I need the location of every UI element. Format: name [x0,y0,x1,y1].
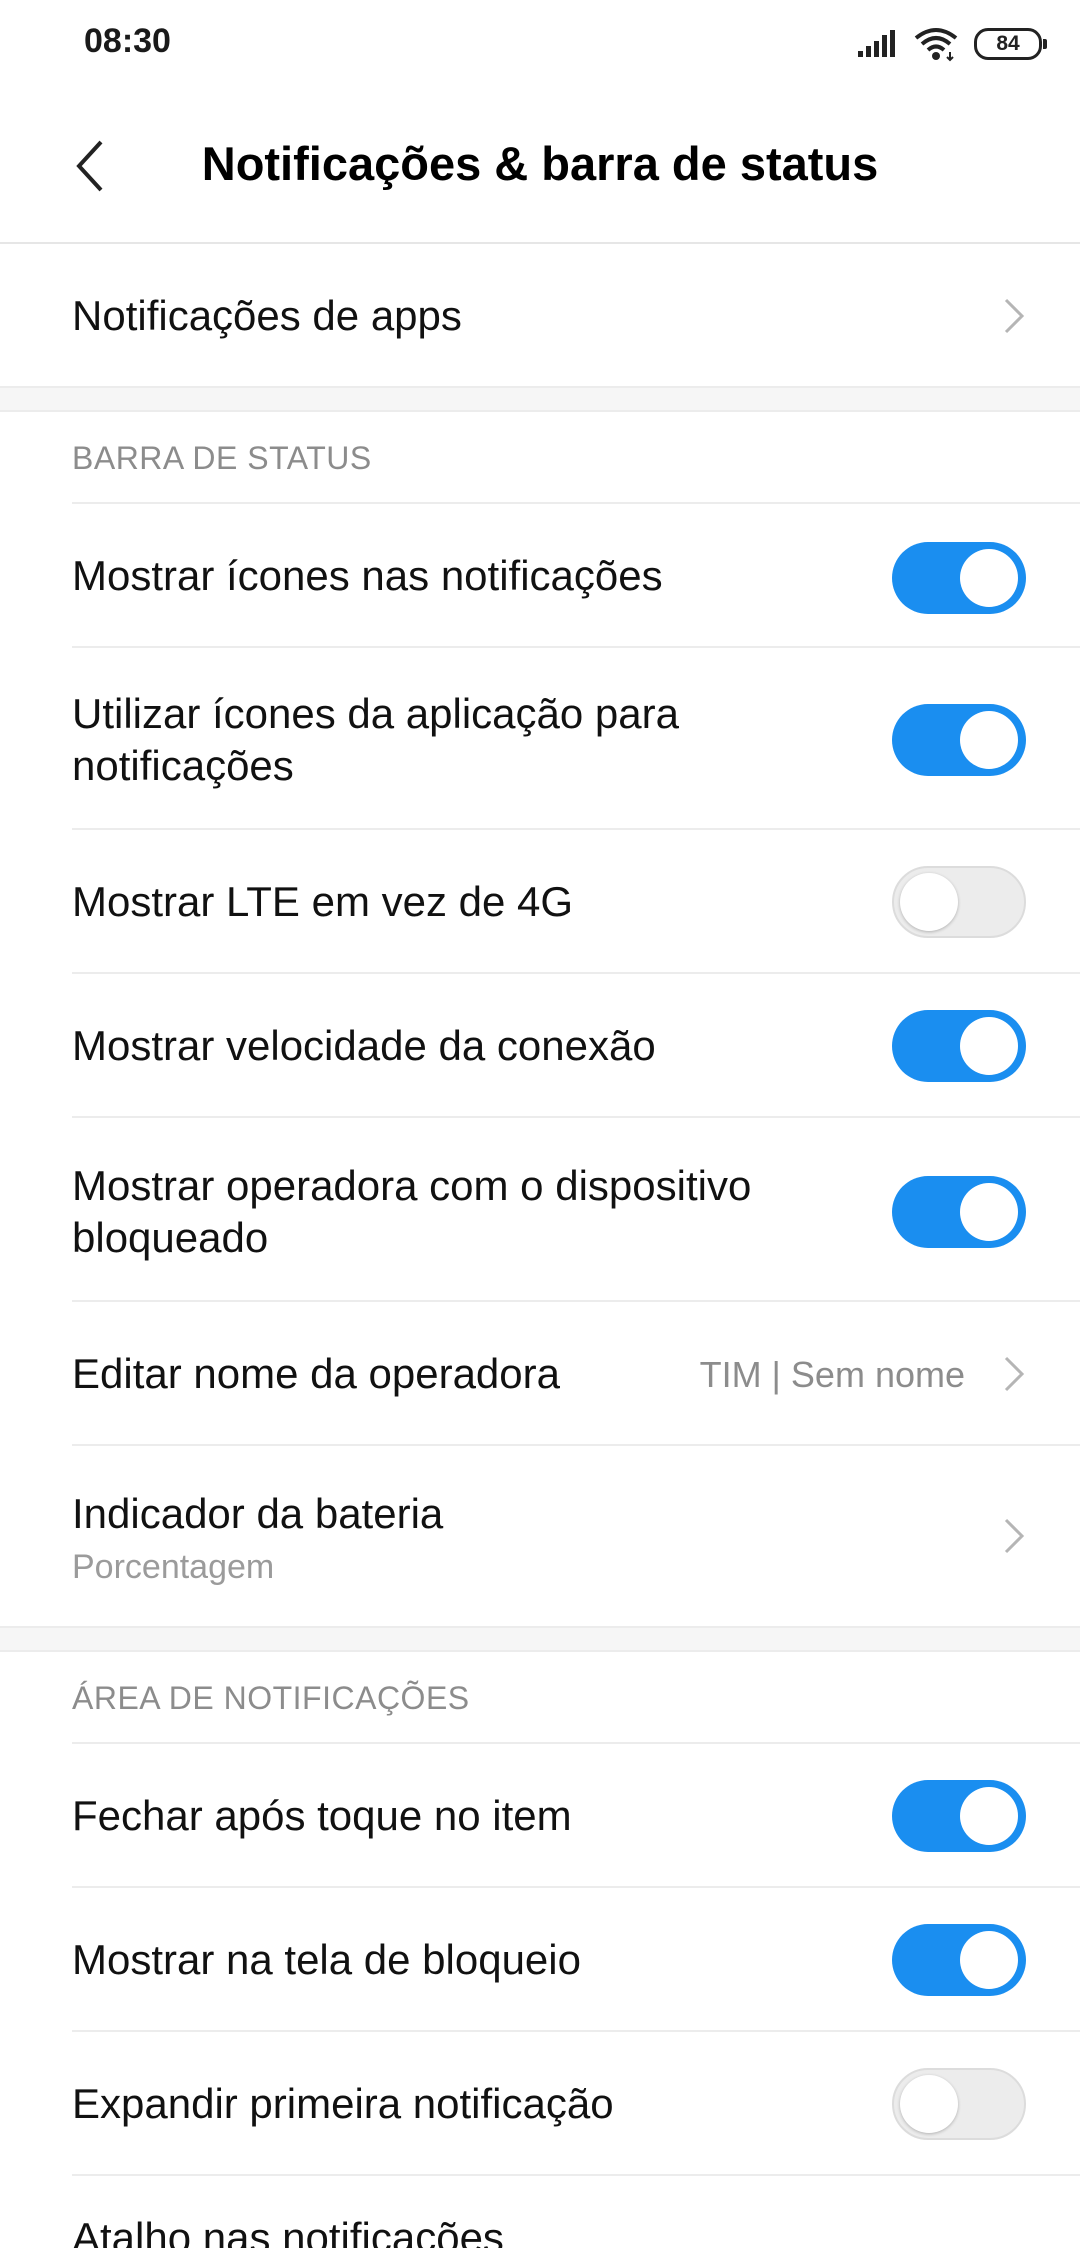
toggle-knob [900,2075,958,2133]
toggle-knob [960,549,1018,607]
status-bar: 08:30 84 [0,0,1080,90]
app-icons-label-line2: notificações [72,742,294,789]
carrier-locked-toggle[interactable] [892,1176,1026,1248]
expand-first-toggle[interactable] [892,2068,1026,2140]
lock-screen-label: Mostrar na tela de bloqueio [72,1936,581,1983]
lte-row[interactable]: Mostrar LTE em vez de 4G [0,830,1080,974]
connection-speed-toggle[interactable] [892,1010,1026,1082]
page-title: Notificações & barra de status [201,137,879,190]
battery-indicator-label: Indicador da bateria [72,1490,444,1537]
app-notifications-row[interactable]: Notificações de apps [0,244,1080,386]
toggle-knob [960,1017,1018,1075]
battery-indicator-value: Porcentagem [72,1548,275,1586]
shortcut-label: Atalho nas notificações [72,2214,504,2248]
section-header-status-bar: BARRA DE STATUS [0,410,1080,504]
lte-label: Mostrar LTE em vez de 4G [72,878,574,925]
expand-first-row[interactable]: Expandir primeira notificação [0,2032,1080,2176]
app-icons-row[interactable]: Utilizar ícones da aplicação para notifi… [0,648,1080,830]
battery-icon: 84 [974,28,1047,60]
carrier-locked-label-line2: bloqueado [72,1214,269,1261]
section-title: ÁREA DE NOTIFICAÇÕES [72,1680,470,1716]
app-notifications-label: Notificações de apps [72,292,462,339]
expand-first-label: Expandir primeira notificação [72,2080,614,2127]
edit-carrier-name-label: Editar nome da operadora [72,1350,560,1397]
toggle-knob [960,1787,1018,1845]
edit-carrier-name-row[interactable]: Editar nome da operadora TIM | Sem nome [0,1302,1080,1446]
toggle-knob [960,1931,1018,1989]
close-after-tap-label: Fechar após toque no item [72,1792,572,1839]
status-icons: 84 [856,24,1047,64]
status-time: 08:30 [84,22,171,60]
close-after-tap-toggle[interactable] [892,1780,1026,1852]
battery-indicator-row[interactable]: Indicador da bateria Porcentagem [0,1446,1080,1626]
signal-icon [858,30,895,57]
show-icons-row[interactable]: Mostrar ícones nas notificações [0,504,1080,648]
lock-screen-row[interactable]: Mostrar na tela de bloqueio [0,1888,1080,2032]
chevron-right-icon [1004,1518,1025,1554]
connection-speed-label: Mostrar velocidade da conexão [72,1022,656,1069]
chevron-right-icon [1004,1356,1025,1392]
carrier-locked-row[interactable]: Mostrar operadora com o dispositivo bloq… [0,1118,1080,1302]
app-icons-toggle[interactable] [892,704,1026,776]
toggle-knob [900,873,958,931]
header: Notificações & barra de status [0,90,1080,244]
section-title: BARRA DE STATUS [72,440,372,476]
lock-screen-toggle[interactable] [892,1924,1026,1996]
show-icons-toggle[interactable] [892,542,1026,614]
lte-toggle[interactable] [892,866,1026,938]
carrier-locked-label-line1: Mostrar operadora com o dispositivo [72,1162,752,1209]
toggle-knob [960,1183,1018,1241]
connection-speed-row[interactable]: Mostrar velocidade da conexão [0,974,1080,1118]
section-divider [0,386,1080,412]
app-icons-label-line1: Utilizar ícones da aplicação para [72,690,679,737]
toggle-knob [960,711,1018,769]
chevron-right-icon [1004,298,1025,334]
section-divider [0,1626,1080,1652]
section-header-notification-area: ÁREA DE NOTIFICAÇÕES [0,1650,1080,1744]
close-after-tap-row[interactable]: Fechar após toque no item [0,1744,1080,1888]
shortcut-row[interactable]: Atalho nas notificações [0,2176,1080,2248]
carrier-name-value: TIM | Sem nome [699,1354,965,1395]
wifi-icon [914,28,958,62]
show-icons-label: Mostrar ícones nas notificações [72,552,663,599]
